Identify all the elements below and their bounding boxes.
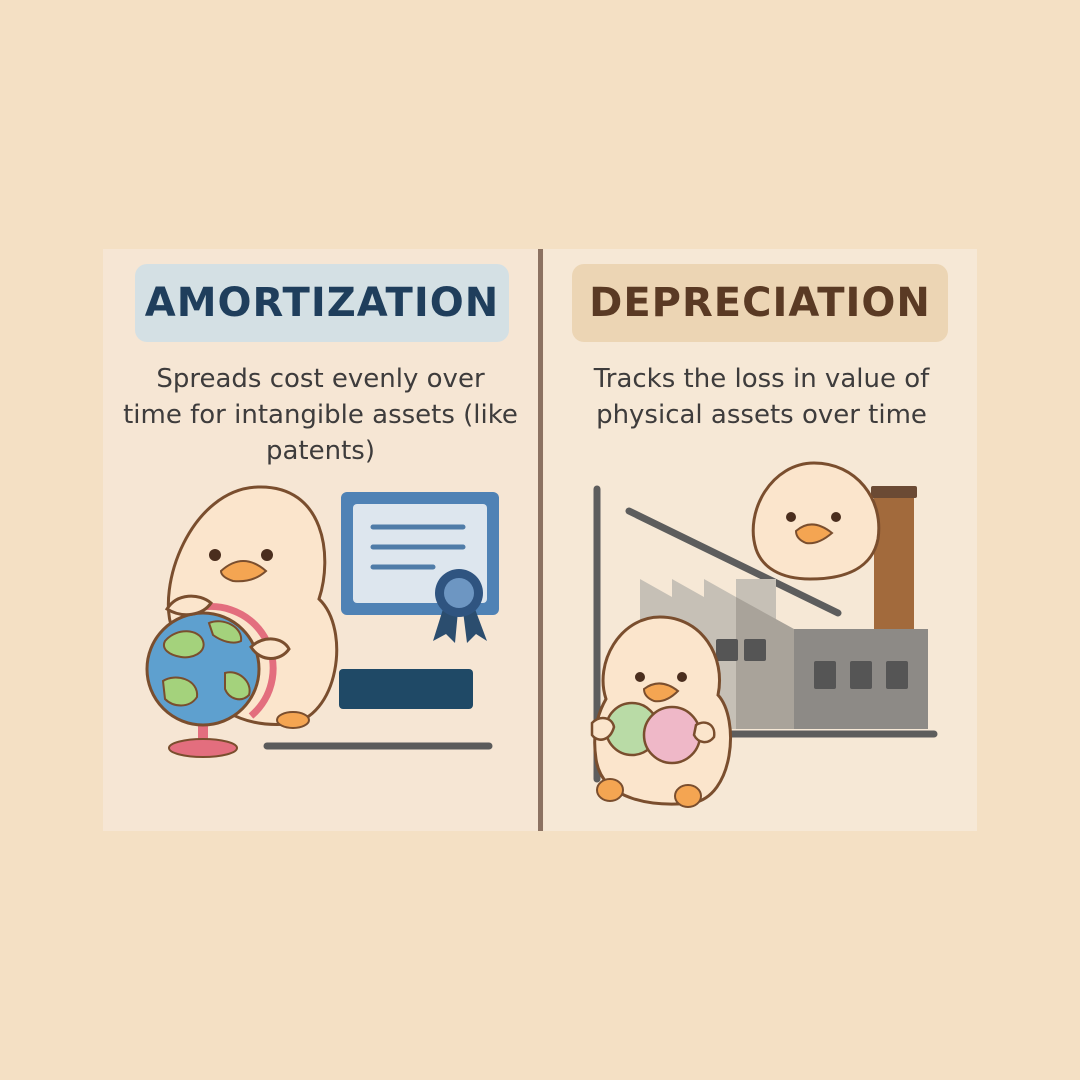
- duck-with-globe-icon: [145, 485, 339, 758]
- panel-divider: [538, 249, 543, 831]
- amortization-panel: AMORTIZATION Spreads cost evenly over ti…: [103, 249, 538, 831]
- award-ribbon-icon: [433, 569, 487, 643]
- amortization-illustration: [145, 485, 499, 758]
- depreciation-illustration: [590, 461, 938, 808]
- peeking-duck-icon: [751, 461, 881, 581]
- book-block: [339, 669, 473, 709]
- depreciation-panel: DEPRECIATION Tracks the loss in value of…: [544, 249, 977, 831]
- comparison-card: AMORTIZATION Spreads cost evenly over ti…: [103, 249, 977, 831]
- duck-with-balls-icon: [590, 615, 733, 808]
